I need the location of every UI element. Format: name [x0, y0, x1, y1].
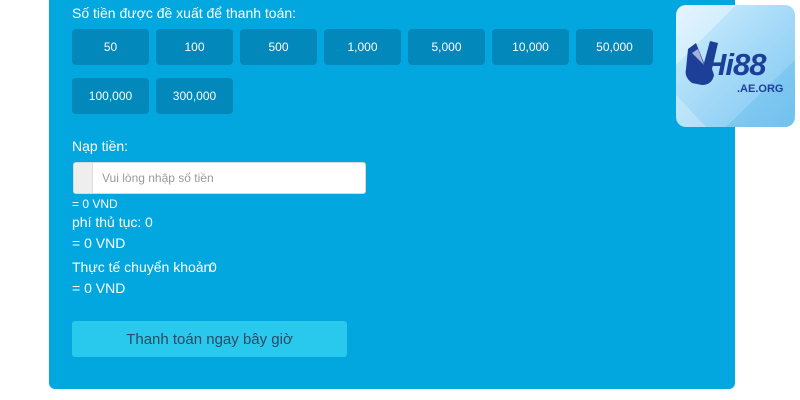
fee-value: 0	[145, 214, 153, 230]
amount-button[interactable]: 50,000	[576, 29, 653, 65]
suggested-amounts-title: Số tiền được đề xuất để thanh toán:	[72, 5, 297, 21]
brand-logo: Hi88 .AE.ORG	[676, 5, 795, 127]
amount-button[interactable]: 100	[156, 29, 233, 65]
pay-now-button[interactable]: Thanh toán ngay bây giờ	[72, 321, 347, 357]
logo-domain: .AE.ORG	[737, 83, 784, 95]
amount-button[interactable]: 100,000	[72, 78, 149, 114]
amount-button[interactable]: 300,000	[156, 78, 233, 114]
amount-button[interactable]: 50	[72, 29, 149, 65]
logo-wordmark: Hi88	[704, 47, 766, 82]
actual-transfer-label: Thực tế chuyển khoản:	[72, 259, 216, 275]
actual-transfer-value: 0	[209, 259, 217, 275]
fee-converted: = 0 VND	[72, 235, 126, 251]
input-prefix-addon	[74, 163, 93, 193]
amount-button[interactable]: 500	[240, 29, 317, 65]
amount-button[interactable]: 1,000	[324, 29, 401, 65]
deposit-converted: = 0 VND	[72, 197, 118, 211]
fee-label: phí thủ tục:	[72, 214, 142, 230]
amount-button[interactable]: 10,000	[492, 29, 569, 65]
deposit-amount-input[interactable]	[93, 163, 365, 193]
deposit-label: Nạp tiền:	[72, 138, 129, 154]
amount-button[interactable]: 5,000	[408, 29, 485, 65]
actual-transfer-converted: = 0 VND	[72, 280, 126, 296]
deposit-amount-field	[73, 162, 366, 194]
